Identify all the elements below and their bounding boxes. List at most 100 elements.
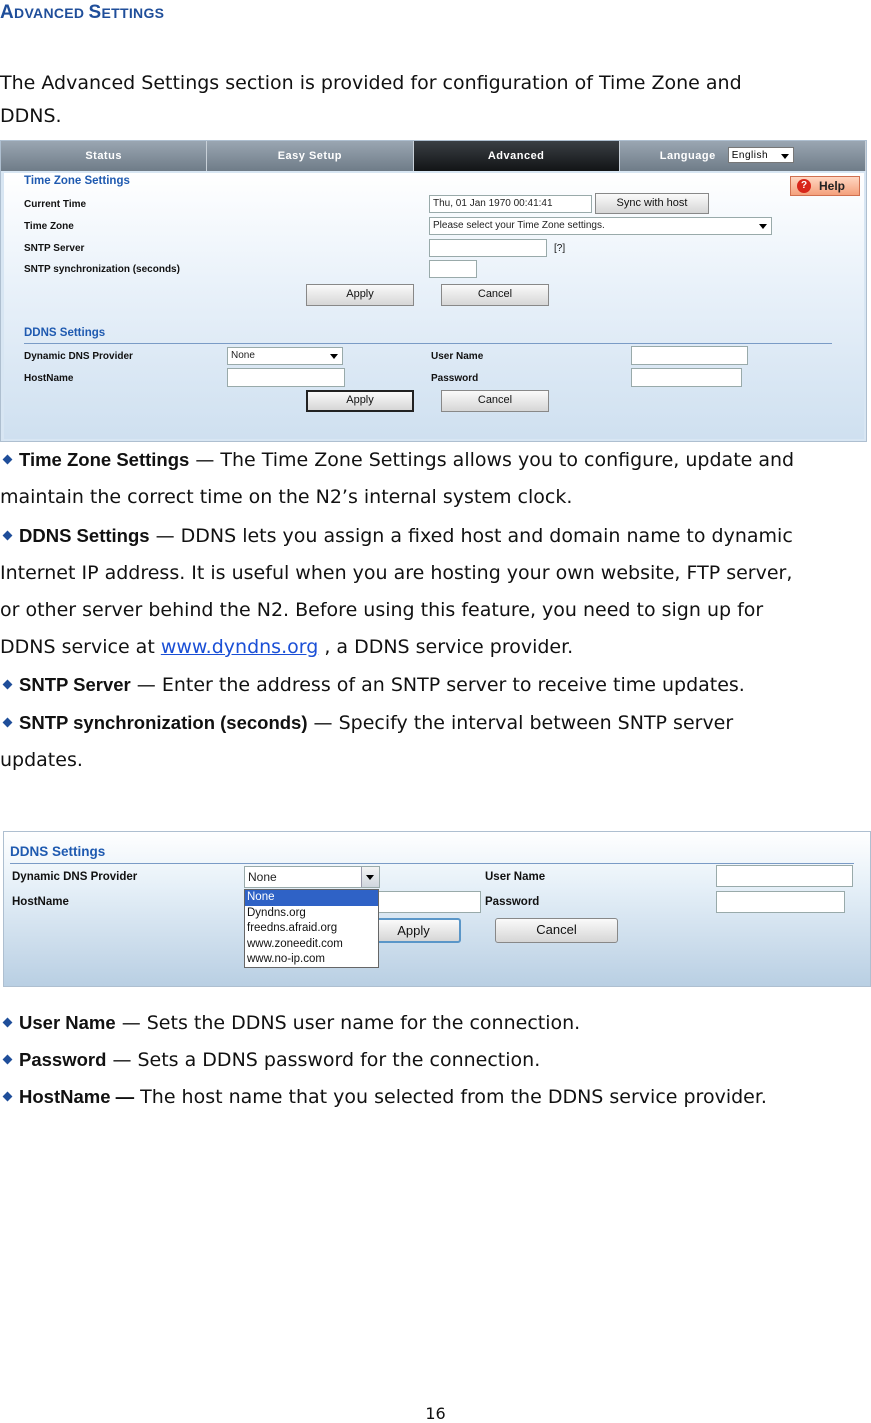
password-input[interactable] xyxy=(631,368,742,387)
section-divider xyxy=(24,343,832,344)
bullet-text: Internet IP address. It is useful when y… xyxy=(0,562,793,584)
bullet-diamond-icon xyxy=(2,679,13,690)
bullet-ddns-settings: DDNS Settings — DDNS lets you assign a f… xyxy=(0,517,871,666)
user-name-label: User Name xyxy=(485,871,546,883)
bullet-text: or other server behind the N2. Before us… xyxy=(0,599,764,621)
bullet-diamond-icon xyxy=(2,454,13,465)
dropdown-option[interactable]: www.zoneedit.com xyxy=(245,937,378,953)
bullet-text: The host name that you selected from the… xyxy=(134,1086,767,1108)
dyndns-link[interactable]: www.dyndns.org xyxy=(161,636,318,658)
chevron-down-icon xyxy=(759,224,767,229)
sntp-sync-input[interactable] xyxy=(429,260,477,278)
intro-line-2: DDNS. xyxy=(0,105,62,127)
bullet-term: DDNS Settings xyxy=(19,525,150,546)
language-value: English xyxy=(731,150,769,161)
bullet-text: — Enter the address of an SNTP server to… xyxy=(130,674,745,696)
bullet-text: — Specify the interval between SNTP serv… xyxy=(307,712,734,734)
hostname-label: HostName xyxy=(12,896,69,908)
bullet-text: — The Time Zone Settings allows you to c… xyxy=(189,449,795,471)
user-name-label: User Name xyxy=(431,351,484,362)
intro-line-1: The Advanced Settings section is provide… xyxy=(0,72,742,94)
ddns-dropdown-screenshot: DDNS Settings Dynamic DNS Provider None … xyxy=(3,831,871,987)
bullet-sntp-server: SNTP Server — Enter the address of an SN… xyxy=(0,666,871,704)
help-label: Help xyxy=(819,179,846,193)
ddns-provider-value: None xyxy=(231,350,255,361)
ddns-cancel-button[interactable]: Cancel xyxy=(441,390,549,412)
password-input[interactable] xyxy=(716,891,845,913)
ddns-provider-select[interactable]: None xyxy=(227,347,343,365)
dropdown-option[interactable]: None xyxy=(245,890,378,906)
hostname-input[interactable] xyxy=(227,368,345,387)
advanced-settings-screenshot: Status Easy Setup Advanced Language Engl… xyxy=(0,140,867,442)
bullet-text: maintain the correct time on the N2’s in… xyxy=(0,486,573,508)
hostname-input[interactable] xyxy=(376,891,481,913)
dropdown-option[interactable]: Dyndns.org xyxy=(245,906,378,922)
user-name-input[interactable] xyxy=(716,865,853,887)
bullet-text: DDNS service at xyxy=(0,636,161,658)
bullet-text: — Sets the DDNS user name for the connec… xyxy=(115,1012,581,1034)
bullet-diamond-icon xyxy=(2,1091,13,1102)
section-heading: ADVANCED SETTINGS xyxy=(0,2,164,24)
chevron-down-icon[interactable] xyxy=(361,867,379,887)
help-button[interactable]: ? Help xyxy=(790,176,860,196)
sync-with-host-button[interactable]: Sync with host xyxy=(595,193,709,214)
ddns-provider-label: Dynamic DNS Provider xyxy=(24,351,133,362)
bullet-term: SNTP synchronization (seconds) xyxy=(19,712,308,733)
time-zone-settings-title: Time Zone Settings xyxy=(24,175,130,187)
language-select[interactable]: English xyxy=(727,147,794,163)
ddns-provider-select[interactable]: None xyxy=(244,866,380,888)
language-area: Language English xyxy=(619,141,866,171)
time-zone-label: Time Zone xyxy=(24,221,74,232)
bullet-text: updates. xyxy=(0,749,83,771)
ddns-apply-button[interactable]: Apply xyxy=(366,918,461,943)
bullet-diamond-icon xyxy=(2,717,13,728)
sntp-help-link[interactable]: [?] xyxy=(554,243,565,254)
bullet-diamond-icon xyxy=(2,1017,13,1028)
dropdown-option[interactable]: www.no-ip.com xyxy=(245,952,378,968)
password-label: Password xyxy=(485,896,540,908)
time-zone-cancel-button[interactable]: Cancel xyxy=(441,284,549,306)
bullet-term: Password xyxy=(19,1049,107,1070)
bullet-text: , a DDNS service provider. xyxy=(318,636,574,658)
time-zone-select[interactable]: Please select your Time Zone settings. xyxy=(429,217,772,235)
heading-cap-s: S xyxy=(88,2,102,23)
page-number: 16 xyxy=(425,1404,446,1423)
current-time-field[interactable]: Thu, 01 Jan 1970 00:41:41 xyxy=(429,195,592,213)
sntp-server-input[interactable] xyxy=(429,239,547,257)
heading-rest-1: DVANCED xyxy=(14,5,85,21)
time-zone-apply-button[interactable]: Apply xyxy=(306,284,414,306)
bullet-term: User Name xyxy=(19,1012,116,1033)
bullet-user-name: User Name — Sets the DDNS user name for … xyxy=(0,1004,871,1042)
bullet-term: SNTP Server xyxy=(19,674,131,695)
bullet-term: Time Zone Settings xyxy=(19,449,190,470)
tab-easy-setup[interactable]: Easy Setup xyxy=(207,141,414,171)
top-navigation: Status Easy Setup Advanced Language Engl… xyxy=(1,141,866,171)
bullet-hostname: HostName — The host name that you select… xyxy=(0,1078,871,1116)
chevron-down-icon xyxy=(330,354,338,359)
bullet-sntp-sync: SNTP synchronization (seconds) — Specify… xyxy=(0,704,871,779)
bullet-password: Password — Sets a DDNS password for the … xyxy=(0,1041,871,1079)
time-zone-value: Please select your Time Zone settings. xyxy=(433,220,605,231)
chevron-down-icon xyxy=(780,154,789,159)
bullet-text: — Sets a DDNS password for the connectio… xyxy=(106,1049,541,1071)
settings-panel: ? Help Time Zone Settings Current Time T… xyxy=(4,173,864,439)
tab-advanced[interactable]: Advanced xyxy=(413,141,620,171)
ddns-apply-button[interactable]: Apply xyxy=(306,390,414,412)
ddns-cancel-button[interactable]: Cancel xyxy=(495,918,618,943)
sntp-server-label: SNTP Server xyxy=(24,243,85,254)
language-label: Language xyxy=(659,150,716,162)
intro-paragraph: The Advanced Settings section is provide… xyxy=(0,67,871,133)
ddns-provider-label: Dynamic DNS Provider xyxy=(12,871,138,883)
current-time-label: Current Time xyxy=(24,199,87,210)
provider-dropdown-list: None Dyndns.org freedns.afraid.org www.z… xyxy=(244,889,379,968)
heading-rest-2: ETTINGS xyxy=(101,5,165,21)
ddns-provider-value: None xyxy=(248,870,277,884)
user-name-input[interactable] xyxy=(631,346,748,365)
ddns-settings-title: DDNS Settings xyxy=(24,327,106,339)
section-divider xyxy=(10,863,854,864)
bullet-term: HostName — xyxy=(19,1086,135,1107)
dropdown-option[interactable]: freedns.afraid.org xyxy=(245,921,378,937)
heading-cap-a: A xyxy=(0,2,15,23)
ddns-settings-title: DDNS Settings xyxy=(10,844,106,859)
tab-status[interactable]: Status xyxy=(1,141,208,171)
